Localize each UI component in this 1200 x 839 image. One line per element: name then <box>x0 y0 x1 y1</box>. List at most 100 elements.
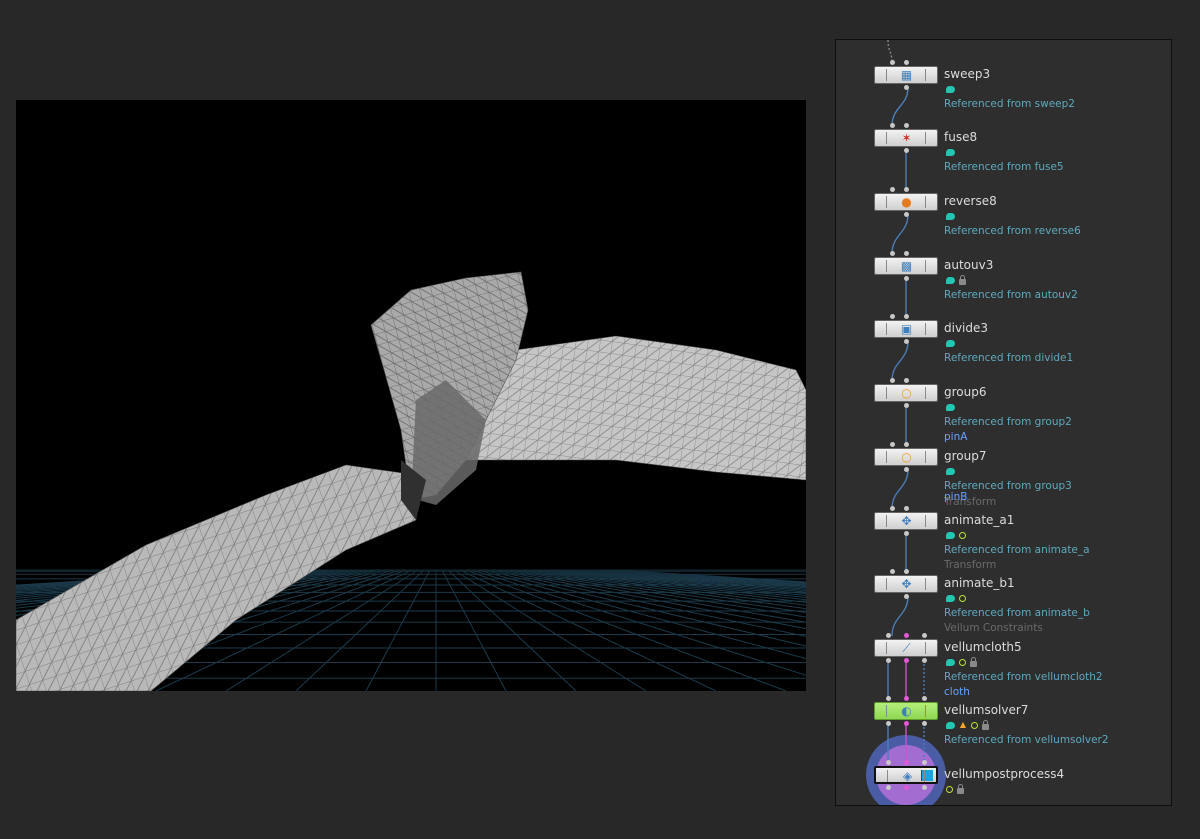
input-port[interactable] <box>904 633 909 638</box>
3d-viewport[interactable] <box>16 100 806 691</box>
node-name[interactable]: reverse8 <box>944 194 997 208</box>
input-port[interactable] <box>904 123 909 128</box>
input-port[interactable] <box>890 251 895 256</box>
node-group7[interactable]: ○ <box>874 448 938 466</box>
input-port[interactable] <box>904 506 909 511</box>
grid-line <box>459 569 717 691</box>
input-port[interactable] <box>886 760 891 765</box>
node-name[interactable]: fuse8 <box>944 130 977 144</box>
comment-icon <box>946 658 955 666</box>
wire <box>891 86 909 127</box>
output-port[interactable] <box>886 658 891 663</box>
node-name[interactable]: group7 <box>944 449 987 463</box>
output-port[interactable] <box>904 276 909 281</box>
input-port[interactable] <box>890 442 895 447</box>
node-vellumcloth5[interactable]: ⟋ <box>874 639 938 657</box>
lock-icon <box>957 783 964 794</box>
node-name[interactable]: vellumcloth5 <box>944 640 1022 654</box>
output-port[interactable] <box>904 658 909 663</box>
output-port[interactable] <box>904 403 909 408</box>
node-badges <box>946 466 955 476</box>
input-port[interactable] <box>904 569 909 574</box>
node-group6[interactable]: ○ <box>874 384 938 402</box>
node-name[interactable]: divide3 <box>944 321 988 335</box>
output-port[interactable] <box>904 594 909 599</box>
node-network-editor[interactable]: ▦ sweep3 Referenced from sweep2 ✶ fuse8 Refer… <box>835 39 1172 806</box>
input-port[interactable] <box>904 760 909 765</box>
sweep-icon: ▦ <box>900 68 913 82</box>
flame-icon: ▲ <box>959 720 967 729</box>
node-name[interactable]: animate_b1 <box>944 576 1015 590</box>
output-port[interactable] <box>922 658 927 663</box>
node-sweep3[interactable]: ▦ <box>874 66 938 84</box>
comment-icon <box>946 276 955 284</box>
input-port[interactable] <box>904 378 909 383</box>
transform-icon: ✥ <box>901 577 912 591</box>
display-flag[interactable] <box>921 770 933 781</box>
node-animate_b1[interactable]: ✥ <box>874 575 938 593</box>
node-badges <box>946 211 955 221</box>
viewport-scene[interactable] <box>16 100 806 691</box>
output-port[interactable] <box>904 212 909 217</box>
input-port[interactable] <box>890 314 895 319</box>
input-port[interactable] <box>904 60 909 65</box>
input-port[interactable] <box>890 569 895 574</box>
tag-pinA: pinA <box>944 431 968 443</box>
wire <box>891 340 909 382</box>
input-port[interactable] <box>904 696 909 701</box>
grid-line <box>441 569 507 691</box>
output-port[interactable] <box>904 721 909 726</box>
output-port[interactable] <box>922 721 927 726</box>
node-name[interactable]: vellumsolver7 <box>944 703 1028 717</box>
input-port[interactable] <box>890 378 895 383</box>
input-port[interactable] <box>904 314 909 319</box>
node-animate_a1[interactable]: ✥ <box>874 512 938 530</box>
output-port[interactable] <box>904 85 909 90</box>
input-port[interactable] <box>904 187 909 192</box>
output-port[interactable] <box>886 785 891 790</box>
input-port[interactable] <box>886 633 891 638</box>
output-port[interactable] <box>904 148 909 153</box>
input-port[interactable] <box>922 696 927 701</box>
node-fuse8[interactable]: ✶ <box>874 129 938 147</box>
input-port[interactable] <box>922 760 927 765</box>
comment-icon <box>946 531 955 539</box>
node-name[interactable]: vellumpostprocess4 <box>944 767 1064 781</box>
reference-label: Referenced from sweep2 <box>944 98 1075 110</box>
grid-line <box>453 569 647 691</box>
input-port[interactable] <box>890 123 895 128</box>
node-name[interactable]: autouv3 <box>944 258 993 272</box>
comment-icon <box>946 85 955 93</box>
spare-parm-icon <box>959 531 966 539</box>
node-autouv3[interactable]: ▩ <box>874 257 938 275</box>
input-port[interactable] <box>904 442 909 447</box>
input-port[interactable] <box>922 633 927 638</box>
reference-label: Referenced from vellumcloth2 <box>944 671 1103 683</box>
output-port[interactable] <box>922 785 927 790</box>
node-name[interactable]: sweep3 <box>944 67 990 81</box>
node-divide3[interactable]: ▣ <box>874 320 938 338</box>
input-port[interactable] <box>886 696 891 701</box>
transform-icon: ✥ <box>901 514 912 528</box>
node-vellumpostprocess4[interactable]: ◈ <box>874 766 938 784</box>
node-name[interactable]: group6 <box>944 385 987 399</box>
node-badges <box>946 147 955 157</box>
output-port[interactable] <box>886 721 891 726</box>
input-port[interactable] <box>890 60 895 65</box>
lock-icon <box>970 656 977 667</box>
node-badges <box>946 530 966 540</box>
node-vellumsolver7[interactable]: ◐ <box>874 702 938 720</box>
node-name[interactable]: animate_a1 <box>944 513 1014 527</box>
tag-cloth: cloth <box>944 686 970 698</box>
input-port[interactable] <box>890 506 895 511</box>
output-port[interactable] <box>904 785 909 790</box>
input-port[interactable] <box>904 251 909 256</box>
node-reverse8[interactable]: ● <box>874 193 938 211</box>
input-port[interactable] <box>890 187 895 192</box>
output-port[interactable] <box>904 339 909 344</box>
output-port[interactable] <box>904 467 909 472</box>
vellum-cloth-icon: ⟋ <box>902 641 911 655</box>
vellum-post-icon: ◈ <box>902 769 913 783</box>
comment-icon <box>946 721 955 729</box>
output-port[interactable] <box>904 531 909 536</box>
